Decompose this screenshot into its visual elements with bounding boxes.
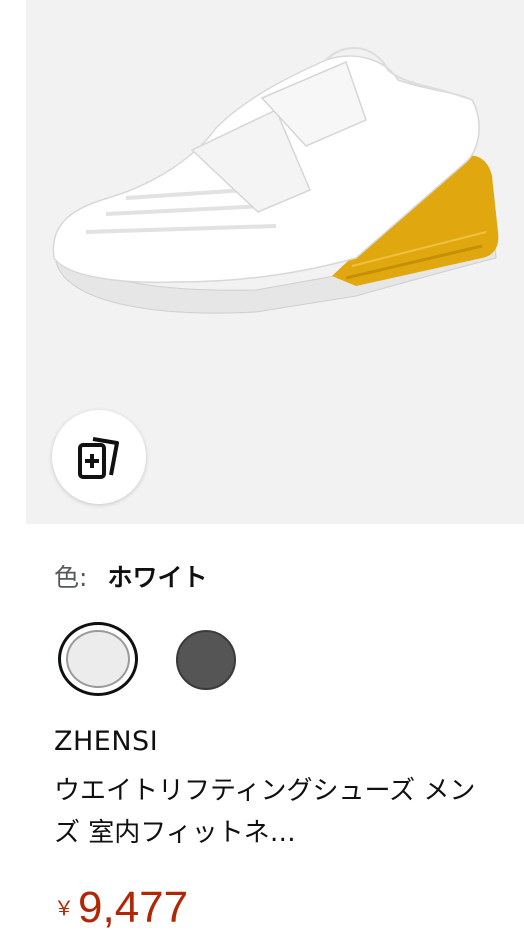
price-amount: 9,477 [78,883,189,932]
product-price: ￥ 9,477 [54,884,188,932]
compare-button[interactable] [52,410,146,504]
add-to-compare-cards-icon [78,437,119,479]
product-title[interactable]: ウエイトリフティングシューズ メンズ 室内フィットネ… [54,770,494,854]
product-detail-page: 色: ホワイト ZHENSI ウエイトリフティングシューズ メンズ 室内フィット… [0,0,524,946]
color-selection-row: 色: ホワイト [54,558,207,592]
color-swatch-white[interactable] [58,622,138,696]
product-brand[interactable]: ZHENSI [54,726,158,757]
color-label: 色: [54,563,88,592]
selected-color-value: ホワイト [107,563,208,592]
color-swatch-dark-gray[interactable] [176,630,236,690]
currency-symbol: ￥ [54,896,74,920]
color-swatch-white-fill [66,630,130,688]
left-margin [0,0,26,946]
product-image-panel[interactable] [26,0,524,524]
